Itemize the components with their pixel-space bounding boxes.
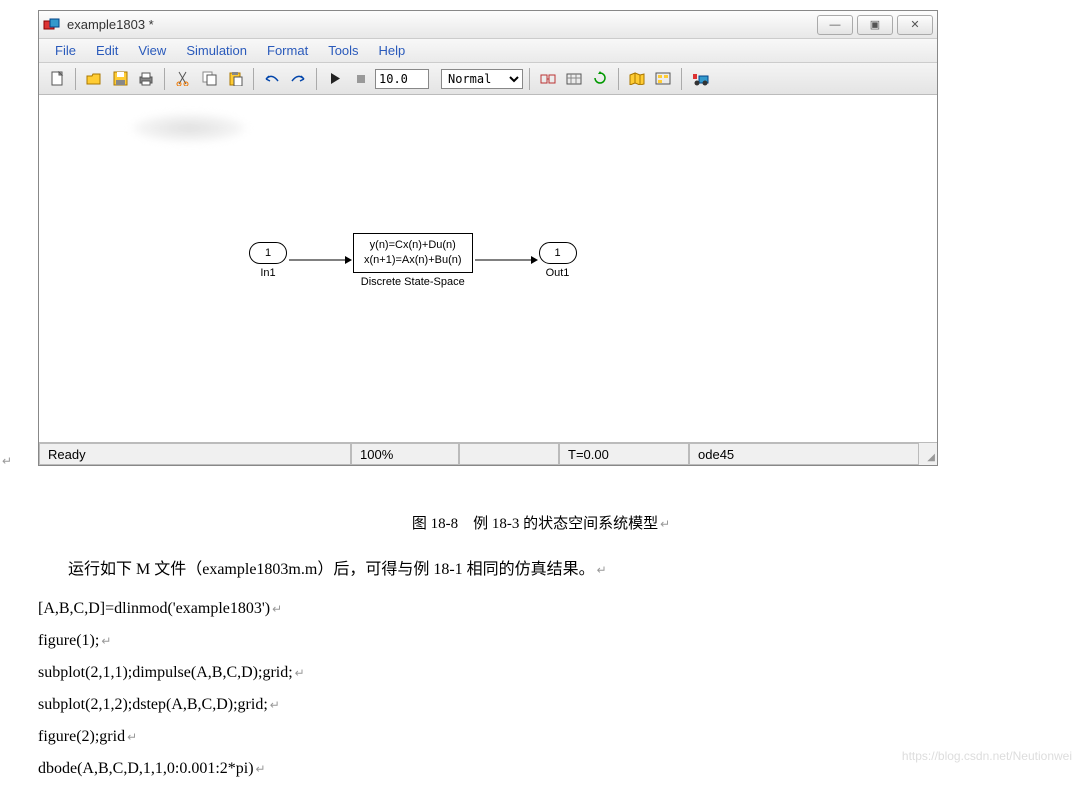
separator [681,68,682,90]
undo-button[interactable] [260,67,284,91]
separator [529,68,530,90]
description-text: 运行如下 M 文件（example1803m.m）后，可得与例 18-1 相同的… [68,555,1082,579]
separator [75,68,76,90]
build-button[interactable] [536,67,560,91]
open-button[interactable] [82,67,106,91]
status-solver: ode45 [689,443,919,465]
code-line: [A,B,C,D]=dlinmod('example1803')↵ [38,593,1082,625]
status-zoom: 100% [351,443,459,465]
refresh-button[interactable] [588,67,612,91]
figure-caption: 图 18-8 例 18-3 的状态空间系统模型↵ [0,512,1082,533]
library-button[interactable] [625,67,649,91]
signal-arrow [289,259,351,261]
state-space-block[interactable]: y(n)=Cx(n)+Du(n) x(n+1)=Ax(n)+Bu(n) Disc… [353,233,473,288]
menu-view[interactable]: View [128,43,176,58]
state-block-label: Discrete State-Space [361,276,465,288]
menu-tools[interactable]: Tools [318,43,368,58]
minimize-button[interactable]: — [817,15,853,35]
cut-button[interactable] [171,67,195,91]
redo-button[interactable] [286,67,310,91]
menubar: File Edit View Simulation Format Tools H… [39,39,937,63]
line-break-icon: ↵ [101,634,111,648]
signal-arrow [475,259,537,261]
save-button[interactable] [108,67,132,91]
simulation-mode-select[interactable]: Normal [441,69,523,89]
separator [618,68,619,90]
menu-file[interactable]: File [45,43,86,58]
code-line: figure(1);↵ [38,625,1082,657]
line-break-icon: ↵ [270,698,280,712]
model-explorer-button[interactable] [651,67,675,91]
line-break-icon: ↵ [127,730,137,744]
separator [164,68,165,90]
resize-grip-icon[interactable]: ◢ [919,443,937,465]
inport-label: In1 [260,267,275,279]
window-title: example1803 * [67,17,813,32]
print-button[interactable] [134,67,158,91]
statusbar: Ready 100% T=0.00 ode45 ◢ [39,443,937,465]
line-break-icon: ↵ [660,517,670,531]
window-controls: — ▣ ✕ [813,15,933,35]
line-break-icon: ↵ [597,563,607,577]
toolbar: Normal [39,63,937,95]
menu-format[interactable]: Format [257,43,318,58]
close-button[interactable]: ✕ [897,15,933,35]
watermark-text: https://blog.csdn.net/Neutionwei [902,749,1072,763]
line-break-icon: ↵ [2,454,12,468]
model-canvas[interactable]: 1 In1 y(n)=Cx(n)+Du(n) x(n+1)=Ax(n)+Bu(n… [39,95,937,443]
new-button[interactable] [45,67,69,91]
menu-simulation[interactable]: Simulation [176,43,257,58]
copy-button[interactable] [197,67,221,91]
stop-button[interactable] [349,67,373,91]
smudge-artifact [129,113,249,143]
start-button[interactable] [323,67,347,91]
app-icon [43,16,61,34]
outport-block[interactable]: 1 Out1 [539,242,577,279]
line-break-icon: ↵ [295,666,305,680]
menu-edit[interactable]: Edit [86,43,128,58]
titlebar: example1803 * — ▣ ✕ [39,11,937,39]
maximize-button[interactable]: ▣ [857,15,893,35]
simulink-window: example1803 * — ▣ ✕ File Edit View Simul… [38,10,938,466]
paste-button[interactable] [223,67,247,91]
update-button[interactable] [562,67,586,91]
line-break-icon: ↵ [272,602,282,616]
status-ready: Ready [39,443,351,465]
stop-time-input[interactable] [375,69,429,89]
state-equation-1: y(n)=Cx(n)+Du(n) [364,238,462,253]
outport-label: Out1 [546,267,570,279]
debug-button[interactable] [688,67,712,91]
block-diagram: 1 In1 y(n)=Cx(n)+Du(n) x(n+1)=Ax(n)+Bu(n… [249,233,577,288]
inport-block[interactable]: 1 In1 [249,242,287,279]
inport-number: 1 [265,247,271,259]
code-line: subplot(2,1,2);dstep(A,B,C,D);grid;↵ [38,689,1082,721]
state-equation-2: x(n+1)=Ax(n)+Bu(n) [364,253,462,268]
status-time: T=0.00 [559,443,689,465]
line-break-icon: ↵ [256,762,266,776]
separator [253,68,254,90]
menu-help[interactable]: Help [369,43,416,58]
code-line: subplot(2,1,1);dimpulse(A,B,C,D);grid;↵ [38,657,1082,689]
separator [316,68,317,90]
status-blank [459,443,559,465]
outport-number: 1 [554,247,560,259]
